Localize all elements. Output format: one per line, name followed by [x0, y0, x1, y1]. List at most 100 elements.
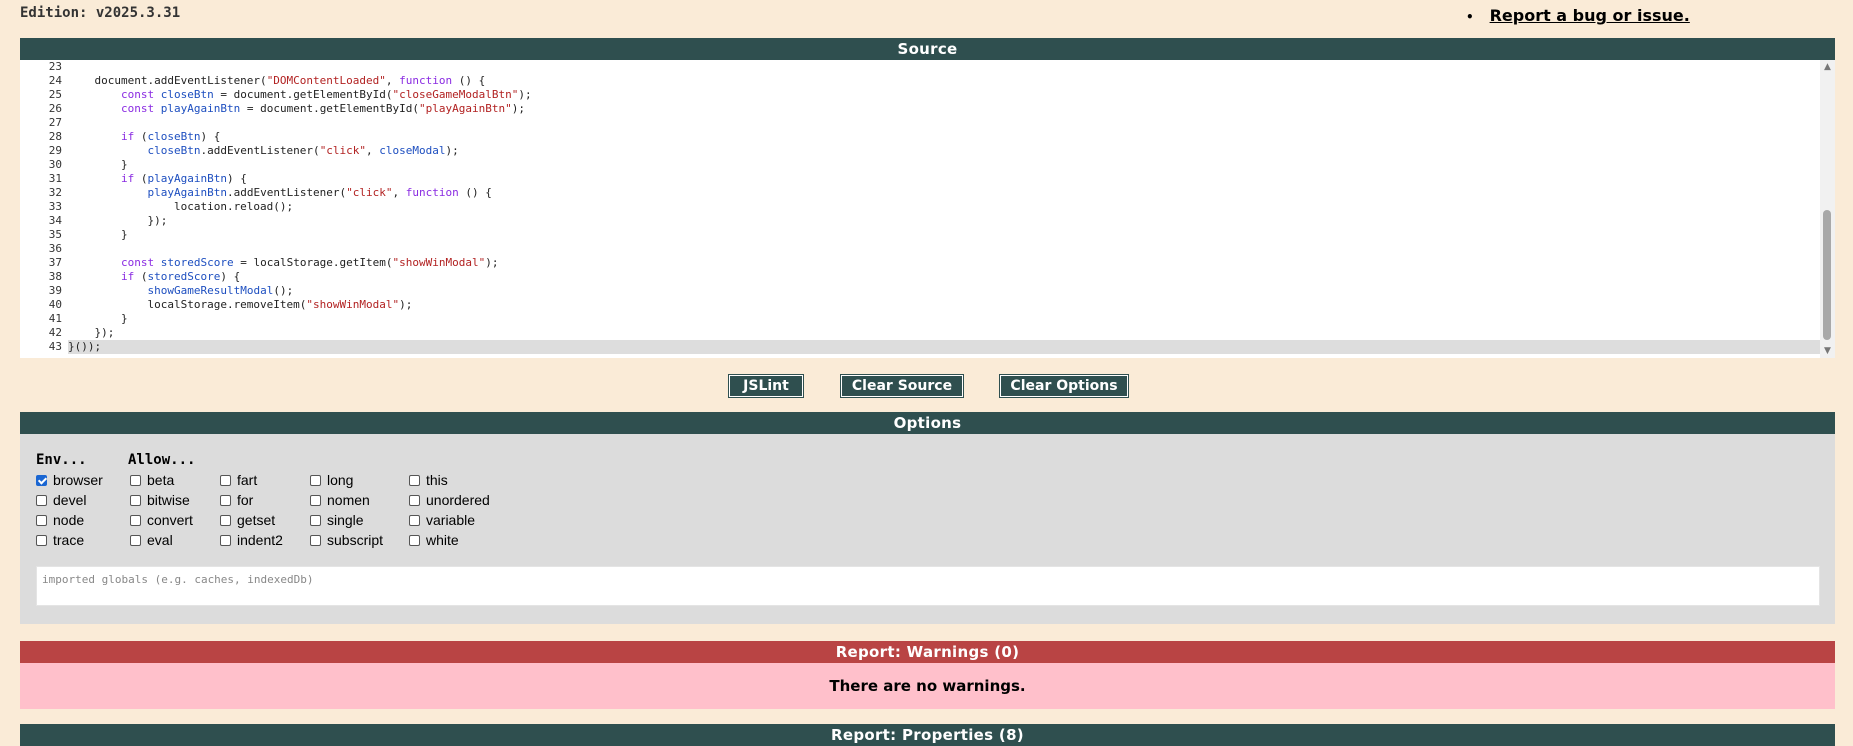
option-label: for	[237, 492, 254, 508]
option-label: white	[426, 532, 459, 548]
line-code[interactable]: localStorage.removeItem("showWinModal");	[68, 298, 1820, 312]
line-code[interactable]: const playAgainBtn = document.getElement…	[68, 102, 1820, 116]
option-for-checkbox[interactable]	[220, 494, 231, 506]
option-trace[interactable]: trace	[36, 531, 84, 549]
option-trace-checkbox[interactable]	[36, 534, 47, 546]
option-variable-checkbox[interactable]	[409, 514, 420, 526]
option-getset[interactable]: getset	[220, 511, 275, 529]
code-line[interactable]: 38 if (storedScore) {	[20, 270, 1820, 284]
option-long-checkbox[interactable]	[310, 474, 321, 486]
code-lines[interactable]: 23 24 document.addEventListener("DOMCont…	[20, 60, 1820, 354]
code-line[interactable]: 40 localStorage.removeItem("showWinModal…	[20, 298, 1820, 312]
option-unordered[interactable]: unordered	[409, 491, 490, 509]
line-code[interactable]: }	[68, 312, 1820, 326]
report-bug-item: • Report a bug or issue.	[1466, 6, 1690, 25]
option-label: long	[327, 472, 354, 488]
option-label: getset	[237, 512, 276, 528]
line-code[interactable]: closeBtn.addEventListener("click", close…	[68, 144, 1820, 158]
option-this-checkbox[interactable]	[409, 474, 420, 486]
source-editor[interactable]: 23 24 document.addEventListener("DOMCont…	[20, 60, 1835, 358]
option-beta-checkbox[interactable]	[130, 474, 141, 486]
option-devel[interactable]: devel	[36, 491, 86, 509]
code-line[interactable]: 39 showGameResultModal();	[20, 284, 1820, 298]
code-line[interactable]: 29 closeBtn.addEventListener("click", cl…	[20, 144, 1820, 158]
option-fart-checkbox[interactable]	[220, 474, 231, 486]
line-code[interactable]: const closeBtn = document.getElementById…	[68, 88, 1820, 102]
option-fart[interactable]: fart	[220, 471, 257, 489]
clear-options-button[interactable]: Clear Options	[999, 374, 1129, 398]
code-line[interactable]: 23	[20, 60, 1820, 74]
line-code[interactable]: const storedScore = localStorage.getItem…	[68, 256, 1820, 270]
code-line[interactable]: 41 }	[20, 312, 1820, 326]
code-line[interactable]: 27	[20, 116, 1820, 130]
option-this[interactable]: this	[409, 471, 448, 489]
jslint-button[interactable]: JSLint	[728, 374, 804, 398]
option-nomen-checkbox[interactable]	[310, 494, 321, 506]
line-code[interactable]: playAgainBtn.addEventListener("click", f…	[68, 186, 1820, 200]
code-line[interactable]: 25 const closeBtn = document.getElementB…	[20, 88, 1820, 102]
clear-source-button[interactable]: Clear Source	[840, 374, 964, 398]
code-line[interactable]: 34 });	[20, 214, 1820, 228]
code-line[interactable]: 26 const playAgainBtn = document.getElem…	[20, 102, 1820, 116]
option-indent2-checkbox[interactable]	[220, 534, 231, 546]
line-code[interactable]: if (playAgainBtn) {	[68, 172, 1820, 186]
code-line[interactable]: 37 const storedScore = localStorage.getI…	[20, 256, 1820, 270]
code-line[interactable]: 35 }	[20, 228, 1820, 242]
line-code[interactable]: }());	[68, 340, 1820, 354]
option-convert-checkbox[interactable]	[130, 514, 141, 526]
source-scrollbar[interactable]: ▲ ▼	[1820, 60, 1835, 358]
option-bitwise-checkbox[interactable]	[130, 494, 141, 506]
report-bug-link[interactable]: Report a bug or issue.	[1490, 6, 1690, 25]
option-node-checkbox[interactable]	[36, 514, 47, 526]
code-line[interactable]: 28 if (closeBtn) {	[20, 130, 1820, 144]
option-for[interactable]: for	[220, 491, 253, 509]
line-code[interactable]	[68, 242, 1820, 256]
line-number: 23	[48, 60, 62, 73]
option-variable[interactable]: variable	[409, 511, 475, 529]
line-code[interactable]: }	[68, 158, 1820, 172]
line-code[interactable]: if (storedScore) {	[68, 270, 1820, 284]
code-line[interactable]: 30 }	[20, 158, 1820, 172]
option-eval-checkbox[interactable]	[130, 534, 141, 546]
code-line[interactable]: 33 location.reload();	[20, 200, 1820, 214]
option-getset-checkbox[interactable]	[220, 514, 231, 526]
option-indent2[interactable]: indent2	[220, 531, 283, 549]
option-subscript[interactable]: subscript	[310, 531, 383, 549]
option-unordered-checkbox[interactable]	[409, 494, 420, 506]
option-single[interactable]: single	[310, 511, 364, 529]
imported-globals-input[interactable]: imported globals (e.g. caches, indexedDb…	[36, 566, 1820, 606]
option-single-checkbox[interactable]	[310, 514, 321, 526]
line-code[interactable]	[68, 116, 1820, 130]
option-beta[interactable]: beta	[130, 471, 174, 489]
option-convert[interactable]: convert	[130, 511, 193, 529]
line-code[interactable]: location.reload();	[68, 200, 1820, 214]
line-code[interactable]	[68, 60, 1820, 74]
option-white[interactable]: white	[409, 531, 459, 549]
option-long[interactable]: long	[310, 471, 353, 489]
option-browser-checkbox[interactable]	[36, 474, 47, 486]
line-code[interactable]: document.addEventListener("DOMContentLoa…	[68, 74, 1820, 88]
option-eval[interactable]: eval	[130, 531, 173, 549]
option-subscript-checkbox[interactable]	[310, 534, 321, 546]
option-nomen[interactable]: nomen	[310, 491, 370, 509]
line-code[interactable]: }	[68, 228, 1820, 242]
scroll-down-icon[interactable]: ▼	[1820, 344, 1835, 358]
code-line[interactable]: 32 playAgainBtn.addEventListener("click"…	[20, 186, 1820, 200]
line-code[interactable]: });	[68, 326, 1820, 340]
option-devel-checkbox[interactable]	[36, 494, 47, 506]
option-bitwise[interactable]: bitwise	[130, 491, 190, 509]
option-browser[interactable]: browser	[36, 471, 103, 489]
code-line[interactable]: 31 if (playAgainBtn) {	[20, 172, 1820, 186]
code-line[interactable]: 42 });	[20, 326, 1820, 340]
scroll-up-icon[interactable]: ▲	[1820, 60, 1835, 74]
warnings-header: Report: Warnings (0)	[20, 641, 1835, 663]
code-line[interactable]: 24 document.addEventListener("DOMContent…	[20, 74, 1820, 88]
option-node[interactable]: node	[36, 511, 84, 529]
option-white-checkbox[interactable]	[409, 534, 420, 546]
code-line[interactable]: 36	[20, 242, 1820, 256]
line-code[interactable]: if (closeBtn) {	[68, 130, 1820, 144]
line-code[interactable]: showGameResultModal();	[68, 284, 1820, 298]
line-code[interactable]: });	[68, 214, 1820, 228]
scrollbar-thumb[interactable]	[1823, 210, 1831, 340]
code-line[interactable]: 43}());	[20, 340, 1820, 354]
